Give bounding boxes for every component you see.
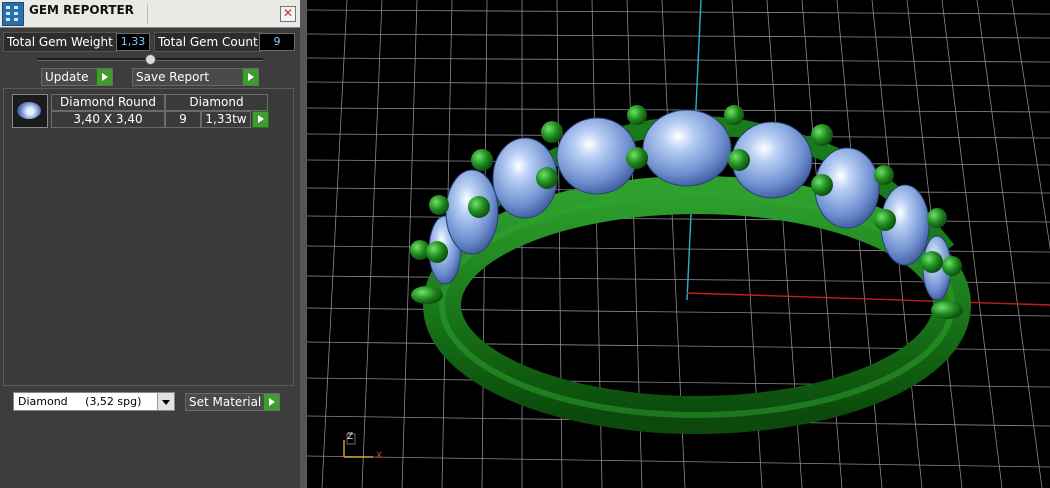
play-arrow-icon <box>96 69 112 85</box>
title-bar: GEM REPORTER ✕ <box>0 0 300 28</box>
ring-model <box>410 105 971 434</box>
x-axis-line <box>686 292 1050 306</box>
play-arrow-icon[interactable] <box>252 111 269 128</box>
set-material-button[interactable]: Set Material <box>185 393 280 411</box>
x-axis-label: X <box>376 451 383 461</box>
gem-reporter-panel: GEM REPORTER ✕ Total Gem Weight 1,33 Tot… <box>0 0 300 488</box>
save-report-button[interactable]: Save Report <box>132 68 259 86</box>
chevron-down-icon[interactable] <box>157 393 174 410</box>
slider-handle[interactable] <box>145 54 156 65</box>
close-button[interactable]: ✕ <box>280 6 296 22</box>
material-select[interactable]: Diamond (3,52 spg) <box>13 392 175 411</box>
gem-name-cell: Diamond Round <box>51 94 165 111</box>
material-select-value: Diamond (3,52 spg) <box>18 395 142 408</box>
gem-thumbnail <box>12 94 48 128</box>
panel-splitter[interactable] <box>300 0 307 488</box>
gem-list: Diamond Round Diamond 3,40 X 3,40 9 1,33… <box>3 88 294 386</box>
total-gem-count-label: Total Gem Count <box>154 32 262 52</box>
gem-weight-cell: 1,33tw <box>201 111 251 128</box>
gem-count-cell: 9 <box>165 111 201 128</box>
window-title: GEM REPORTER <box>29 3 134 17</box>
viewport-canvas <box>307 0 1050 488</box>
total-gem-count-value: 9 <box>259 33 295 51</box>
3d-viewport[interactable]: Z X <box>307 0 1050 488</box>
update-button-label: Update <box>45 70 89 84</box>
update-button[interactable]: Update <box>41 68 113 86</box>
gem-reporter-app-icon <box>2 2 24 26</box>
save-report-button-label: Save Report <box>136 70 210 84</box>
set-material-button-label: Set Material <box>189 395 262 409</box>
play-arrow-icon <box>263 394 279 410</box>
play-arrow-icon <box>242 69 258 85</box>
gem-size-cell: 3,40 X 3,40 <box>51 111 165 128</box>
gem-material-cell: Diamond <box>165 94 268 111</box>
total-gem-weight-value: 1,33 <box>116 33 150 51</box>
total-gem-weight-label: Total Gem Weight <box>3 32 117 52</box>
title-divider <box>147 4 148 24</box>
z-axis-label: Z <box>347 432 354 442</box>
